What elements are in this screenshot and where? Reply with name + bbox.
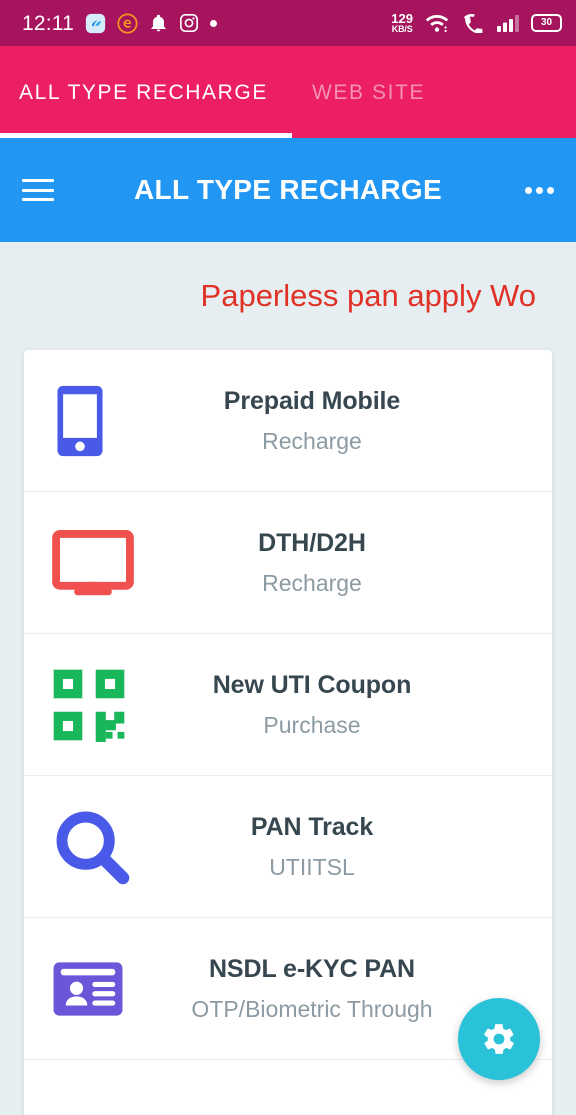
tab-web-site[interactable]: WEB SITE — [312, 82, 443, 103]
list-item-text: Prepaid Mobile Recharge — [148, 386, 552, 456]
status-bar-left: 12:11 — [22, 13, 217, 34]
list-item[interactable]: New UTI Coupon Purchase — [24, 634, 552, 776]
overflow-menu-icon[interactable] — [525, 186, 554, 194]
battery-icon: 30 — [531, 14, 562, 32]
hamburger-menu-icon[interactable] — [22, 179, 54, 201]
gear-icon — [484, 1024, 514, 1054]
network-speed-indicator: 129 KB/S — [391, 11, 413, 34]
list-item[interactable]: PAN Track UTIITSL — [24, 776, 552, 918]
announcement-text: Paperless pan apply Wo — [200, 278, 536, 313]
list-item-text: DTH/D2H Recharge — [148, 528, 552, 598]
list-item-title: PAN Track — [250, 812, 374, 841]
app-screen: 12:11 129 KB/S 30 ALL TYPE RECHARGE WEB … — [0, 0, 576, 1115]
tab-bar: ALL TYPE RECHARGE WEB SITE — [0, 46, 576, 138]
status-bar-right: 129 KB/S 30 — [391, 12, 562, 34]
signal-bars-icon — [497, 15, 519, 32]
bell-icon — [151, 14, 166, 31]
list-item-text: PAN Track UTIITSL — [148, 812, 552, 882]
mobile-phone-icon — [52, 383, 148, 459]
tab-all-type-recharge[interactable]: ALL TYPE RECHARGE — [19, 82, 286, 103]
list-item-subtitle: Purchase — [263, 711, 361, 738]
television-icon — [52, 529, 148, 596]
magnifier-icon — [52, 807, 148, 887]
list-item-title: NSDL e-KYC PAN — [208, 954, 416, 983]
list-item-title: Prepaid Mobile — [223, 386, 401, 415]
status-bar: 12:11 129 KB/S 30 — [0, 0, 576, 46]
page-title: ALL TYPE RECHARGE — [134, 174, 442, 205]
list-item-subtitle: Recharge — [262, 569, 362, 596]
list-item-title: New UTI Coupon — [212, 670, 412, 699]
list-item-subtitle: OTP/Biometric Through — [191, 995, 433, 1022]
list-item-subtitle: UTIITSL — [269, 853, 355, 880]
id-card-icon — [52, 961, 148, 1017]
list-item-text: New UTI Coupon Purchase — [148, 670, 552, 740]
announcement-marquee: Paperless pan apply Wo — [0, 242, 576, 350]
dot-icon — [210, 19, 217, 27]
list-item-subtitle: Recharge — [262, 427, 362, 454]
service-list: Prepaid Mobile Recharge DTH/D2H Recharge — [24, 350, 552, 1115]
qr-code-icon — [52, 668, 148, 742]
settings-fab-button[interactable] — [458, 998, 540, 1080]
e-app-icon — [117, 12, 138, 34]
list-item[interactable]: Prepaid Mobile Recharge — [24, 350, 552, 492]
battery-level-label: 30 — [540, 17, 553, 28]
instagram-icon — [180, 14, 199, 33]
wifi-icon — [425, 15, 449, 33]
messages-app-icon — [85, 13, 106, 33]
wifi-calling-icon — [463, 14, 483, 33]
app-bar: ALL TYPE RECHARGE — [0, 138, 576, 242]
status-clock: 12:11 — [22, 11, 74, 35]
list-item[interactable]: DTH/D2H Recharge — [24, 492, 552, 634]
list-item-title: DTH/D2H — [258, 528, 366, 557]
